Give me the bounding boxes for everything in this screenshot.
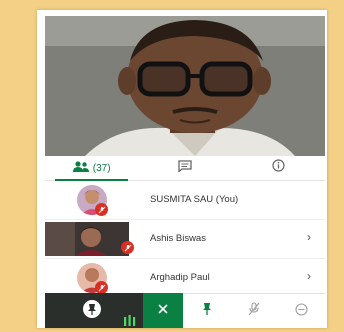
participant-list: SUSMITA SAU (You) Ashis Biswas › Arghadi… bbox=[45, 181, 325, 298]
close-button[interactable] bbox=[143, 293, 183, 328]
tab-info[interactable] bbox=[232, 156, 325, 180]
people-icon bbox=[72, 159, 89, 177]
pin-icon[interactable] bbox=[201, 302, 213, 321]
speaker-video-frame bbox=[45, 16, 325, 156]
participants-count: (37) bbox=[92, 162, 111, 174]
tab-participants[interactable]: (37) bbox=[45, 156, 138, 181]
participant-name: Arghadip Paul bbox=[150, 272, 210, 283]
self-preview-tile[interactable] bbox=[45, 293, 143, 328]
mic-off-icon bbox=[121, 241, 134, 254]
participant-row[interactable]: SUSMITA SAU (You) bbox=[45, 181, 325, 220]
chat-icon bbox=[178, 159, 192, 177]
control-bar bbox=[45, 293, 325, 328]
participant-name: SUSMITA SAU (You) bbox=[150, 194, 239, 205]
mic-off-icon[interactable] bbox=[248, 302, 260, 321]
tab-chat[interactable] bbox=[138, 156, 231, 180]
info-icon bbox=[272, 159, 285, 177]
audio-level-icon bbox=[123, 313, 137, 328]
panel-tabs: (37) bbox=[45, 156, 325, 181]
participant-video-thumbnail bbox=[45, 222, 129, 256]
meeting-panel: (37) SUSMITA SAU (You) Ashis Biswas › Ar… bbox=[37, 10, 327, 328]
participant-row[interactable]: Ashis Biswas › bbox=[45, 220, 325, 259]
chevron-right-icon[interactable]: › bbox=[307, 230, 311, 244]
close-icon bbox=[157, 302, 169, 320]
participant-name: Ashis Biswas bbox=[150, 233, 206, 244]
participant-actions bbox=[183, 293, 325, 328]
mic-off-icon bbox=[95, 203, 108, 216]
chevron-right-icon[interactable]: › bbox=[307, 269, 311, 283]
remove-icon[interactable] bbox=[294, 302, 308, 321]
speaker-video[interactable] bbox=[45, 16, 325, 156]
pin-icon[interactable] bbox=[83, 300, 101, 325]
